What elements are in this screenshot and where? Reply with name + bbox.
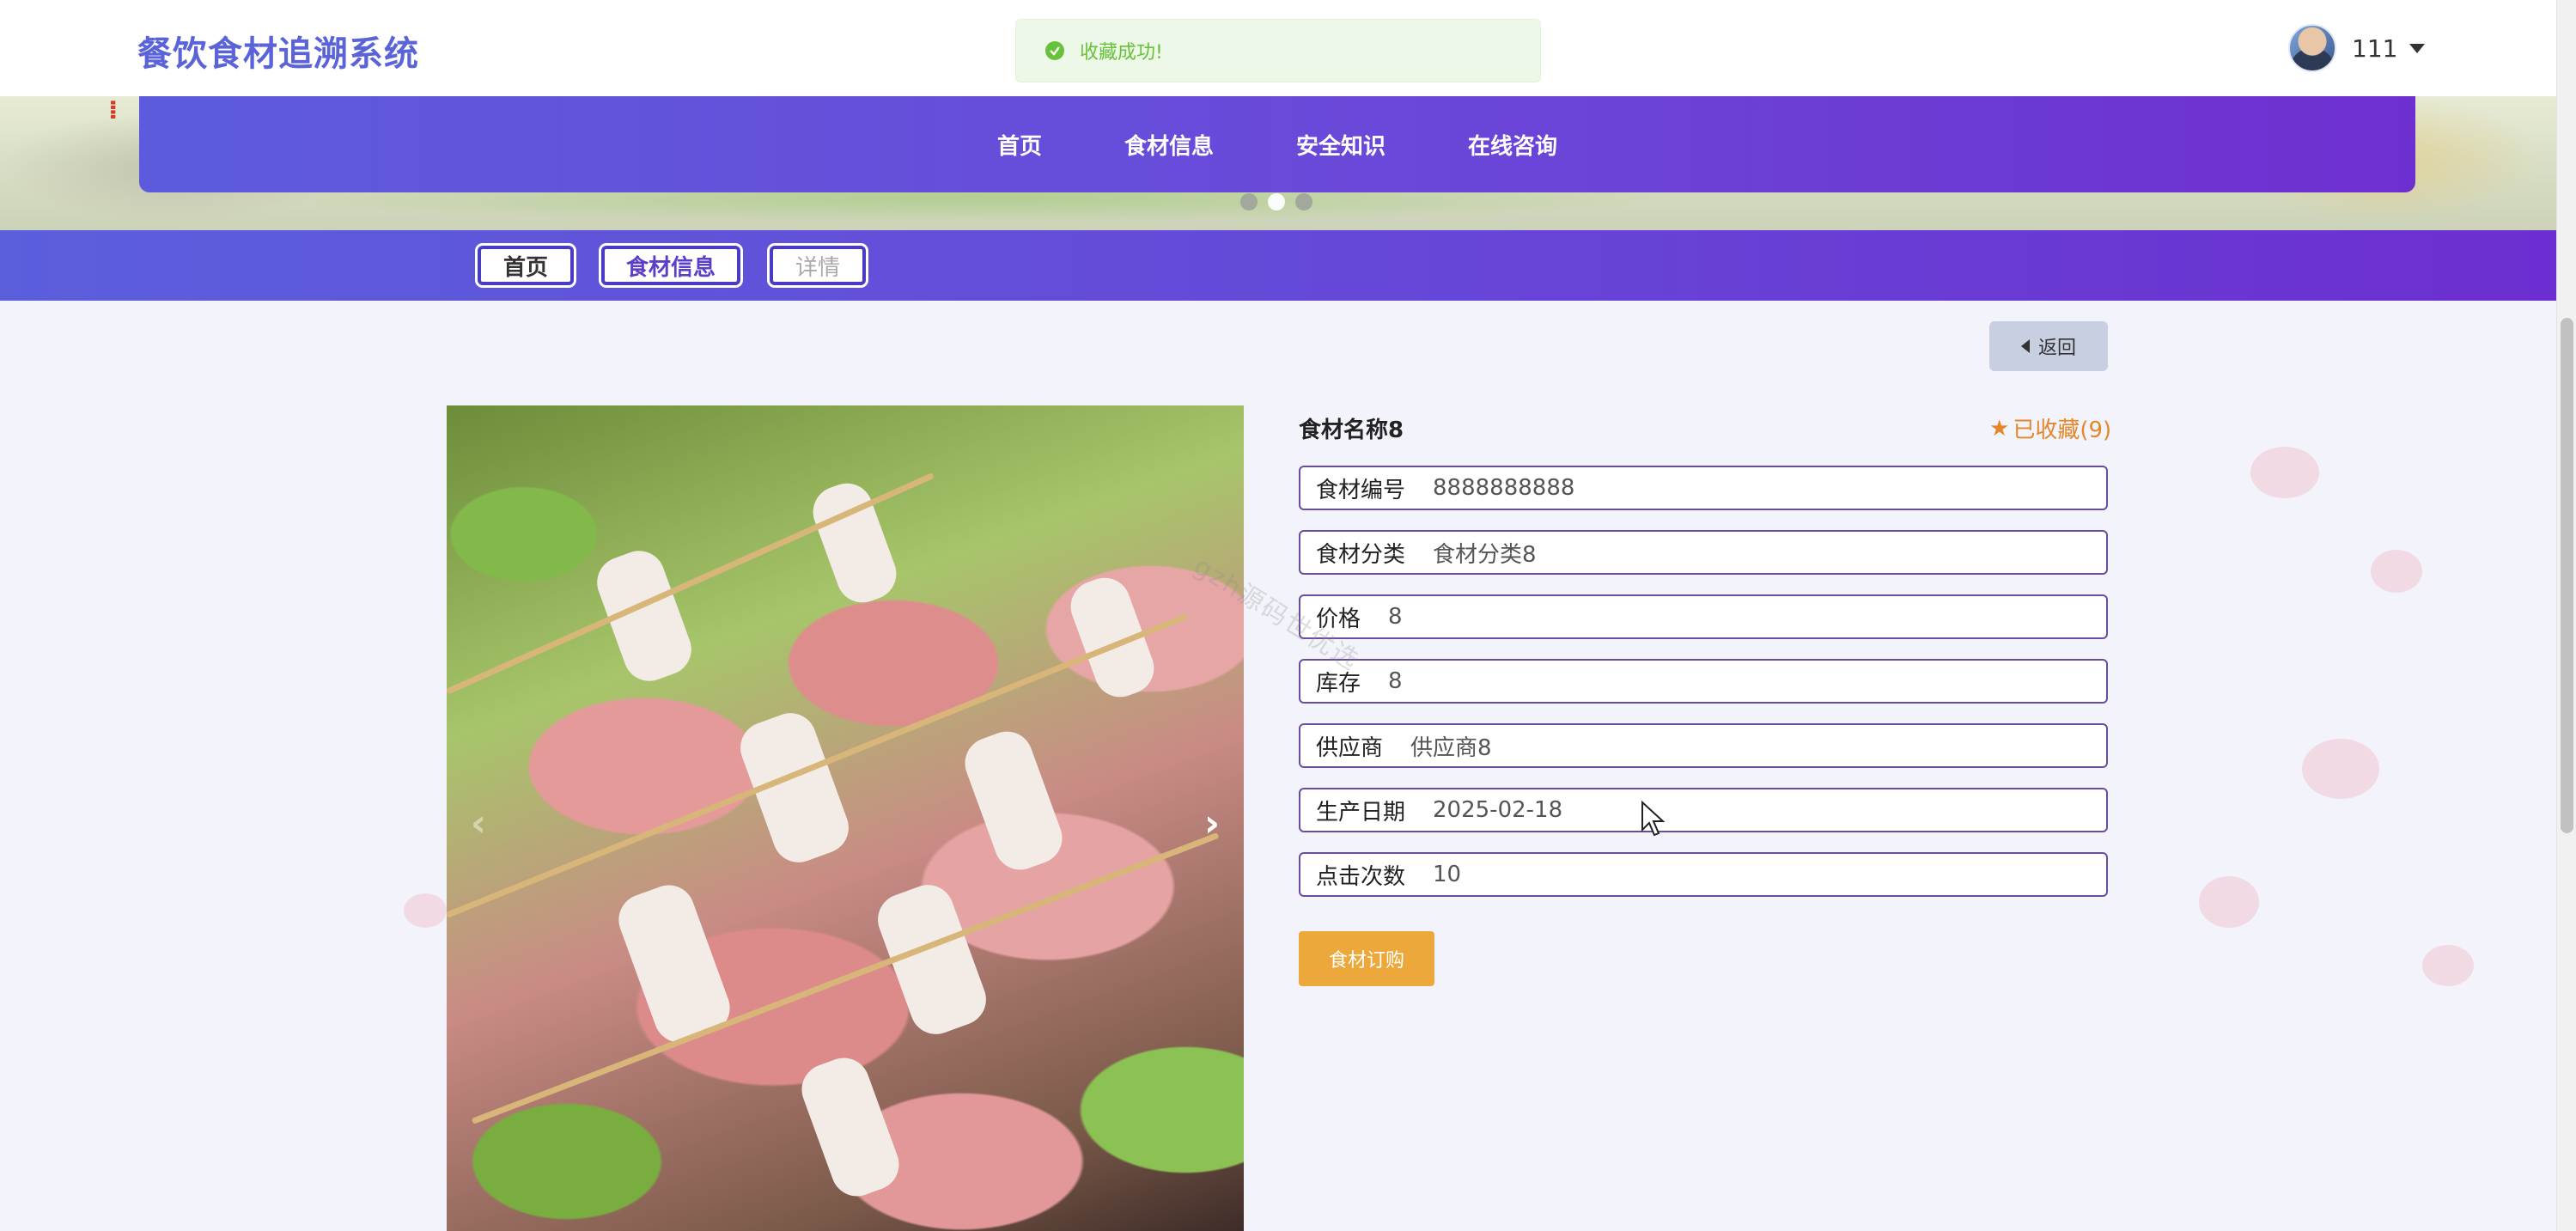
username[interactable]: 111 [2352,34,2397,63]
breadcrumb-ingredients[interactable]: 食材信息 [601,246,740,285]
breadcrumb-detail: 详情 [770,246,866,285]
nav-item-ingredients[interactable]: 食材信息 [1083,129,1255,161]
image-detail [589,543,699,689]
background-petal [2302,739,2379,799]
field-supplier: 供应商 供应商8 [1299,723,2108,768]
favorite-label: 已收藏(9) [2013,417,2112,443]
order-button[interactable]: 食材订购 [1299,931,1434,986]
favorite-button[interactable]: ★ 已收藏(9) [1989,412,2111,444]
banner-dot[interactable] [1240,193,1258,210]
image-detail [958,724,1069,877]
toast-message: 收藏成功! [1080,42,1163,64]
background-petal [2199,876,2259,928]
chevron-right-icon[interactable]: › [1197,801,1227,845]
item-title: 食材名称8 [1299,417,1404,443]
field-category: 食材分类 食材分类8 [1299,530,2108,575]
star-icon: ★ [1989,415,2010,442]
field-value: 8888888888 [1433,475,1575,501]
field-production-date: 生产日期 2025-02-18 [1299,788,2108,832]
field-label: 食材编号 [1316,477,1406,503]
field-code: 食材编号 8888888888 [1299,466,2108,510]
main-nav: 首页 食材信息 安全知识 在线咨询 [139,96,2415,192]
field-value: 8 [1388,668,1403,694]
scrollbar-thumb[interactable] [2561,318,2573,833]
background-petal [2422,945,2474,986]
field-value: 食材分类8 [1433,541,1537,568]
nav-item-safety[interactable]: 安全知识 [1255,129,1427,161]
caret-left-icon [2020,339,2030,353]
field-stock: 库存 8 [1299,659,2108,704]
nav-item-consult[interactable]: 在线咨询 [1427,129,1599,161]
image-detail [795,1051,906,1204]
avatar[interactable] [2288,24,2336,72]
back-button-label: 返回 [2037,338,2076,359]
background-petal [404,893,447,928]
background-petal [2250,447,2319,498]
image-detail [447,612,1189,918]
field-value: 10 [1433,862,1462,887]
field-label: 点击次数 [1316,863,1406,890]
banner-red-mark: ⁞ [108,95,119,125]
caret-down-icon[interactable] [2409,43,2426,53]
field-label: 供应商 [1316,734,1384,761]
top-header: 餐饮食材追溯系统 收藏成功! 111 [0,0,2556,96]
breadcrumb: 首页 食材信息 详情 [0,230,2556,301]
field-click-count: 点击次数 10 [1299,852,2108,897]
field-value: 2025-02-18 [1433,797,1563,823]
breadcrumb-home[interactable]: 首页 [478,246,574,285]
site-title[interactable]: 餐饮食材追溯系统 [137,26,419,76]
background-petal [2371,550,2422,593]
field-label: 生产日期 [1316,799,1406,826]
nav-item-home[interactable]: 首页 [956,129,1083,161]
banner-dots [1240,193,1312,210]
back-button[interactable]: 返回 [1989,321,2108,371]
banner-dot[interactable] [1295,193,1312,210]
success-toast: 收藏成功! [1015,19,1541,82]
page-scrollbar[interactable] [2556,0,2576,1231]
check-circle-icon [1045,41,1064,60]
user-menu[interactable]: 111 [2288,24,2426,72]
chevron-left-icon[interactable]: ‹ [464,801,493,845]
field-label: 食材分类 [1316,541,1406,568]
field-value: 8 [1388,604,1403,630]
image-detail [1063,570,1161,704]
product-image [447,405,1244,1231]
field-value: 供应商8 [1410,734,1492,761]
banner-dot-active[interactable] [1268,193,1285,210]
mouse-cursor-icon [1641,801,1666,837]
field-price: 价格 8 [1299,594,2108,639]
